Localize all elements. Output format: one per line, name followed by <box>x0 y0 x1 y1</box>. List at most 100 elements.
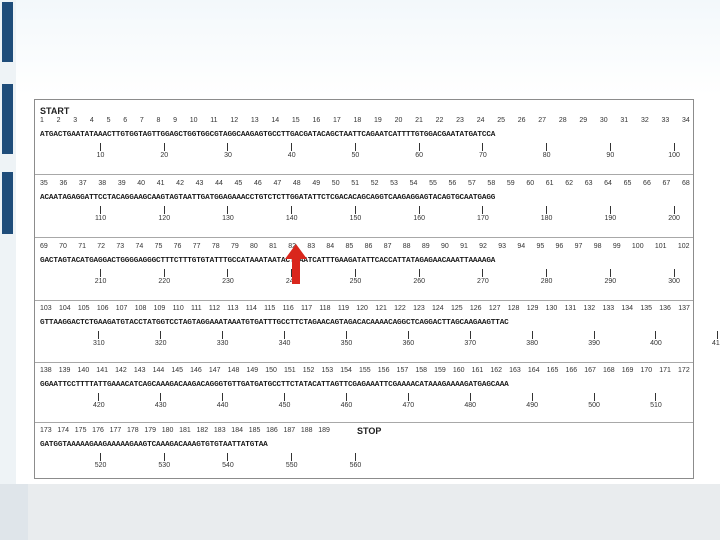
position-tick: 250 <box>350 269 361 286</box>
position-tick: 270 <box>477 269 489 286</box>
tick-label: 430 <box>154 402 167 409</box>
codon-number: 162 <box>490 367 503 374</box>
codon-number: 45 <box>234 180 243 187</box>
codon-number: 79 <box>230 243 239 250</box>
position-tick: 370 <box>464 331 476 348</box>
position-tick: 20 <box>159 143 169 160</box>
codon-number: 160 <box>452 367 465 374</box>
tick-label: 470 <box>402 402 415 409</box>
codon-number: 123 <box>413 305 425 312</box>
tick-label: 460 <box>340 402 353 409</box>
codon-number: 189 <box>318 427 330 434</box>
codon-number: 86 <box>364 243 373 250</box>
codon-number: 50 <box>331 180 340 187</box>
tick-label: 80 <box>542 152 551 159</box>
position-tick: 520 <box>95 453 106 470</box>
tick-mark <box>100 269 102 277</box>
codon-number: 32 <box>640 117 649 124</box>
codon-number: 116 <box>282 305 294 312</box>
codon-number: 15 <box>291 117 300 124</box>
codon-number: 26 <box>517 117 526 124</box>
codon-number: 19 <box>374 117 382 124</box>
codon-number: 39 <box>117 180 126 187</box>
tick-label: 60 <box>415 152 424 159</box>
tick-mark <box>546 269 548 277</box>
codon-number: 31 <box>620 117 629 124</box>
position-tick: 30 <box>223 143 233 160</box>
slide-left-rail <box>0 0 16 540</box>
codon-number: 107 <box>115 305 128 312</box>
position-tick: 440 <box>217 393 228 410</box>
tick-mark <box>482 269 484 277</box>
codon-number-row: 103 104 105 106 107 108 109 110 111 112 113 114 115 1… <box>40 305 690 312</box>
codon-number: 4 <box>89 117 94 124</box>
tick-label: 20 <box>160 152 169 159</box>
tick-label: 90 <box>606 152 615 159</box>
arrow-shape <box>285 244 307 284</box>
tick-label: 290 <box>604 278 617 285</box>
sequence-row: 103 104 105 106 107 108 109 110 111 112 113 114 115 1… <box>35 300 720 367</box>
codon-number: 41 <box>156 180 165 187</box>
codon-number: 178 <box>126 427 139 434</box>
codon-number: 54 <box>409 180 418 187</box>
base-position-ticks: 420 430 440 450 460 470 480 490 500 510 <box>35 393 693 417</box>
codon-number: 61 <box>545 180 554 187</box>
codon-number: 14 <box>271 117 280 124</box>
tick-label: 500 <box>588 402 600 409</box>
codon-number: 129 <box>526 305 539 312</box>
tick-mark <box>354 206 356 214</box>
codon-number: 3 <box>73 117 78 124</box>
tick-mark <box>469 331 471 339</box>
codon-number: 58 <box>487 180 496 187</box>
tick-mark <box>673 269 675 277</box>
codon-number: 25 <box>497 117 506 124</box>
codon-number: 170 <box>640 367 653 374</box>
codon-number: 46 <box>253 180 262 187</box>
position-tick: 260 <box>413 269 425 286</box>
dna-sequence-line: GATGGTAAAAAGAAGAAAAAGAAGTCAAAGACAAAGTGTG… <box>40 441 268 449</box>
codon-number: 153 <box>321 367 334 374</box>
position-tick: 350 <box>341 331 352 348</box>
codon-number: 186 <box>266 427 278 434</box>
codon-number: 161 <box>471 367 484 374</box>
rail-block <box>2 2 13 62</box>
codon-number: 163 <box>509 367 521 374</box>
codon-number: 164 <box>527 367 540 374</box>
position-tick: 410 <box>712 331 720 348</box>
codon-number: 187 <box>283 427 296 434</box>
codon-number: 74 <box>135 243 144 250</box>
codon-number: 63 <box>584 180 593 187</box>
codon-number: 5 <box>106 117 111 124</box>
tick-label: 450 <box>278 402 291 409</box>
codon-number: 155 <box>359 367 371 374</box>
codon-number: 167 <box>584 367 596 374</box>
position-tick: 540 <box>222 453 234 470</box>
codon-number: 30 <box>599 117 608 124</box>
position-tick: 40 <box>287 143 297 160</box>
tick-mark <box>227 453 229 461</box>
codon-number: 166 <box>565 367 578 374</box>
tick-label: 550 <box>285 462 298 469</box>
tick-mark <box>100 206 102 214</box>
codon-number: 92 <box>479 243 487 250</box>
tick-label: 160 <box>413 215 425 222</box>
sequence-row: 69 70 71 72 73 74 75 76 77 78 79 80 81 82 83 84 85 86 87 88… <box>35 237 693 304</box>
codon-number: 23 <box>456 117 464 124</box>
codon-number: 99 <box>612 243 621 250</box>
tick-label: 560 <box>349 462 362 469</box>
tick-label: 520 <box>94 462 107 469</box>
dna-sequence-line: GTTAAGGACTCTGAAGATGTACCTATGGTCCTAGTAGGAA… <box>40 319 509 327</box>
position-tick: 90 <box>605 143 615 160</box>
tick-mark <box>482 143 484 151</box>
codon-number-row: 1 2 3 4 5 6 7 8 9 10 11 12 13 14 15 16 17 18 19 20 21 22 23 24 2… <box>40 117 690 124</box>
codon-number: 2 <box>56 117 61 124</box>
tick-label: 300 <box>668 278 680 285</box>
tick-mark <box>482 206 484 214</box>
codon-number: 141 <box>96 367 108 374</box>
tick-mark <box>354 269 356 277</box>
codon-number: 152 <box>302 367 315 374</box>
codon-number: 132 <box>583 305 596 312</box>
codon-number: 118 <box>319 305 331 312</box>
tick-label: 280 <box>540 278 553 285</box>
position-tick: 60 <box>414 143 424 160</box>
